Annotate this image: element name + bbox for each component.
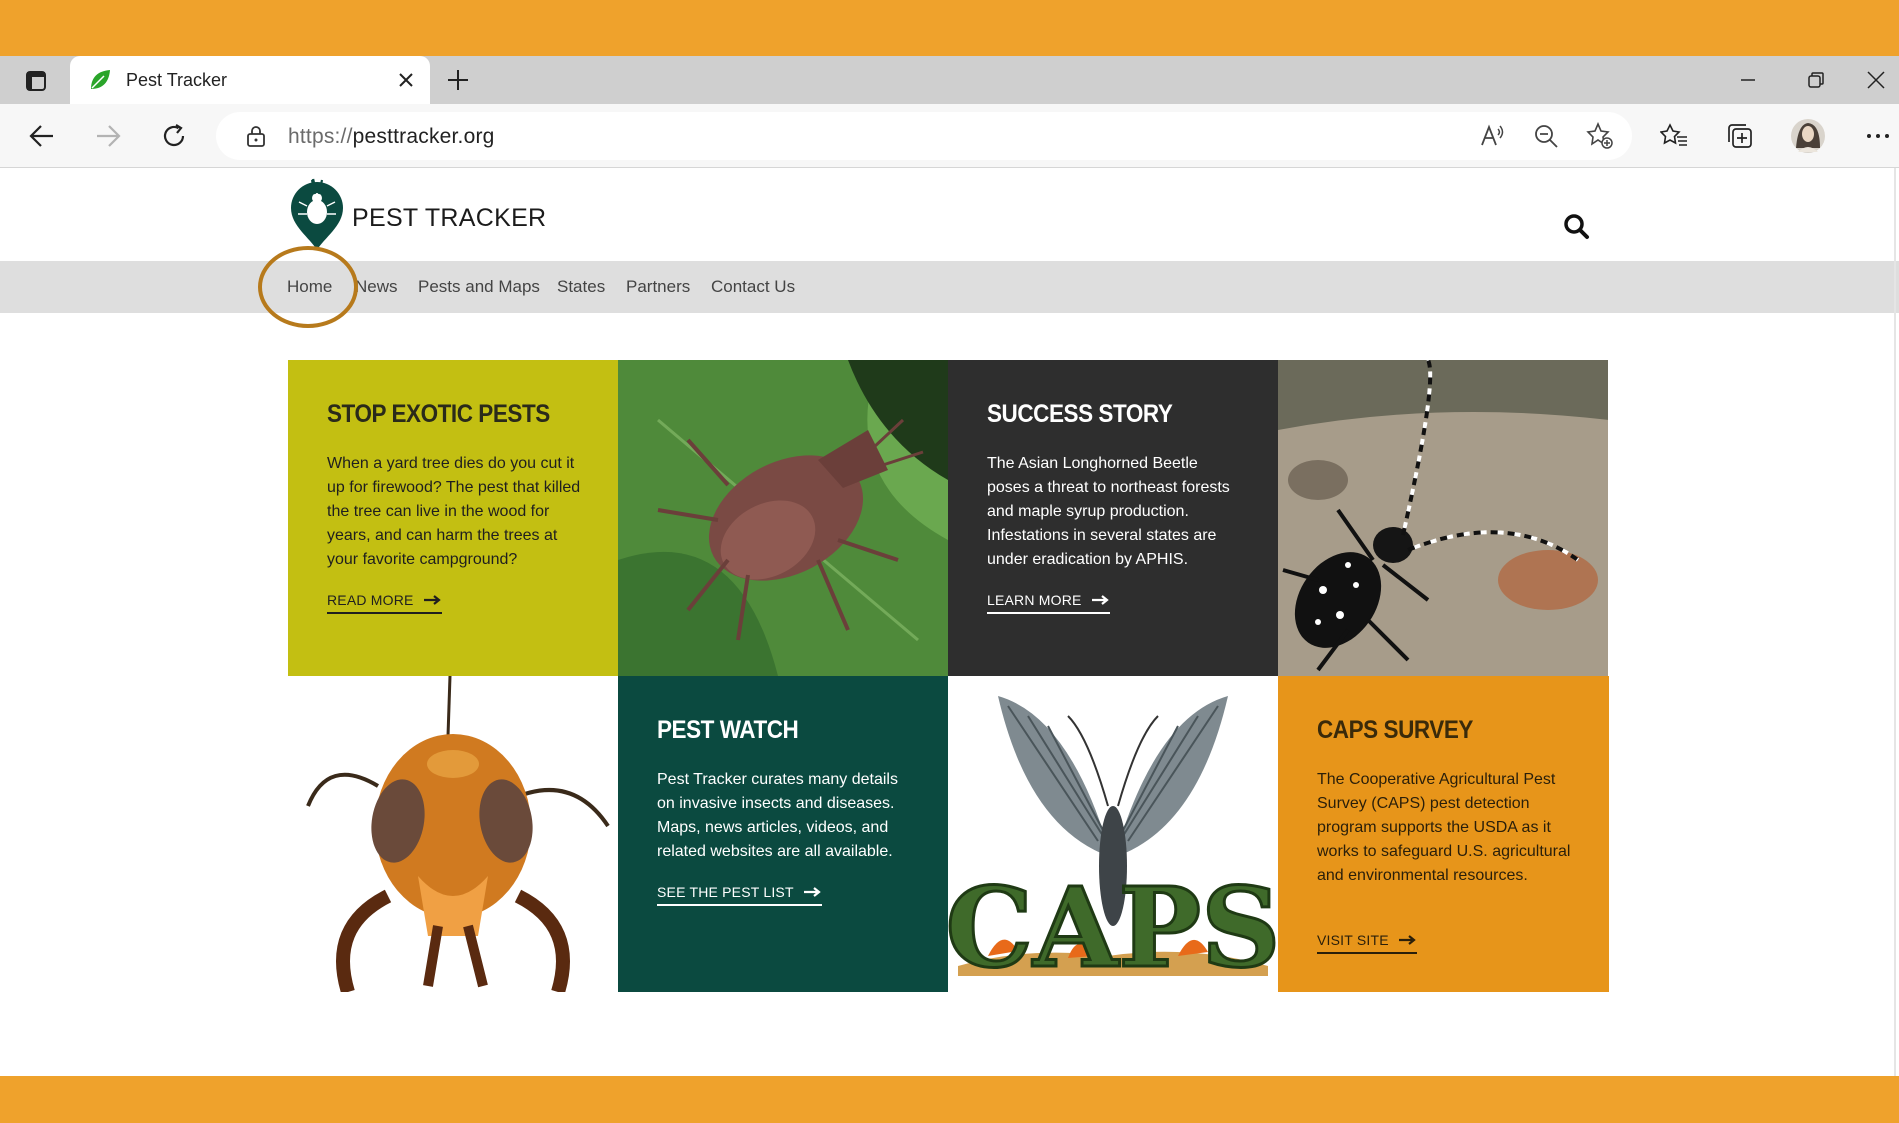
refresh-button[interactable]	[154, 116, 194, 156]
nav-news[interactable]: News	[355, 277, 398, 297]
plus-icon	[448, 70, 468, 90]
back-icon	[29, 125, 53, 147]
url-host: pesttracker.org	[352, 125, 495, 148]
caps-moth-illustration: CAPS	[948, 676, 1278, 992]
card-success-story: SUCCESS STORY The Asian Longhorned Beetl…	[948, 360, 1278, 676]
nav-states[interactable]: States	[557, 277, 605, 297]
url-text[interactable]: https://pesttracker.org	[288, 125, 495, 149]
nav-pests-and-maps[interactable]: Pests and Maps	[418, 277, 540, 297]
zoom-out-button[interactable]	[1530, 120, 1562, 152]
card-body: The Cooperative Agricultural Pest Survey…	[1317, 771, 1571, 884]
top-frame-band	[0, 0, 1899, 56]
tab-close-button[interactable]	[392, 66, 420, 94]
read-aloud-icon	[1481, 124, 1504, 146]
tab-strip: Pest Tracker	[0, 56, 1899, 104]
restore-button[interactable]	[1784, 56, 1848, 104]
stink-bug-illustration	[618, 360, 948, 676]
favorites-button[interactable]	[1654, 116, 1694, 156]
card-stop-exotic-pests: STOP EXOTIC PESTS When a yard tree dies …	[288, 360, 618, 676]
caps-logo-lettering: CAPS	[948, 863, 1278, 992]
feature-grid: STOP EXOTIC PESTS When a yard tree dies …	[288, 360, 1609, 992]
profile-avatar	[1791, 119, 1825, 153]
lock-icon[interactable]	[244, 124, 268, 148]
logo-text[interactable]: PEST TRACKER	[352, 204, 546, 233]
collections-button[interactable]	[1720, 116, 1760, 156]
minimize-button[interactable]	[1716, 56, 1780, 104]
stink-bug-image	[618, 360, 948, 676]
read-aloud-button[interactable]	[1476, 120, 1508, 152]
profile-button[interactable]	[1788, 116, 1828, 156]
add-favorite-icon	[1586, 122, 1613, 149]
home-highlight-circle	[258, 246, 358, 328]
card-body: The Asian Longhorned Beetle poses a thre…	[987, 455, 1230, 568]
cta-label: LEARN MORE	[987, 592, 1082, 608]
bottom-frame-band	[0, 1076, 1899, 1123]
see-the-pest-list-link[interactable]: SEE THE PEST LIST	[657, 884, 822, 906]
card-title: SUCCESS STORY	[987, 400, 1173, 428]
cta-label: VISIT SITE	[1317, 932, 1389, 948]
card-title: STOP EXOTIC PESTS	[327, 400, 550, 428]
web-page: PEST TRACKER Home News Pests and Maps St…	[0, 168, 1899, 1076]
more-icon	[1867, 134, 1889, 138]
hornet-illustration	[288, 676, 618, 992]
arrow-right-icon	[423, 595, 441, 605]
minimize-icon	[1741, 79, 1755, 81]
visit-site-link[interactable]: VISIT SITE	[1317, 932, 1417, 954]
new-tab-button[interactable]	[442, 64, 474, 96]
tab-actions-button[interactable]	[10, 64, 62, 98]
more-menu-button[interactable]	[1858, 116, 1898, 156]
beetle-illustration	[1278, 360, 1608, 676]
favorites-icon	[1660, 123, 1687, 146]
arrow-right-icon	[1091, 595, 1109, 605]
forward-button[interactable]	[88, 116, 128, 156]
back-button[interactable]	[22, 116, 62, 156]
tab-title: Pest Tracker	[126, 70, 228, 90]
tab-actions-icon	[26, 71, 46, 91]
leaf-favicon-icon	[91, 70, 110, 89]
url-scheme: https://	[288, 125, 353, 148]
hornet-image	[288, 676, 618, 992]
card-caps-survey: CAPS SURVEY The Cooperative Agricultural…	[1278, 676, 1609, 992]
card-body: Pest Tracker curates many details on inv…	[657, 771, 898, 860]
search-icon[interactable]	[1562, 212, 1590, 240]
nav-contact-us[interactable]: Contact Us	[711, 277, 795, 297]
pest-tracker-logo[interactable]	[288, 176, 346, 252]
nav-partners[interactable]: Partners	[626, 277, 690, 297]
add-favorite-button[interactable]	[1584, 120, 1616, 152]
arrow-right-icon	[1398, 935, 1416, 945]
active-tab[interactable]: Pest Tracker	[70, 56, 430, 104]
restore-icon	[1808, 72, 1824, 88]
browser-window: Pest Tracker https://pesttracker.org PES…	[0, 56, 1899, 1076]
zoom-out-icon	[1535, 125, 1558, 148]
card-pest-watch: PEST WATCH Pest Tracker curates many det…	[618, 676, 948, 992]
caps-logo-image: CAPS	[948, 676, 1278, 992]
cta-label: READ MORE	[327, 592, 414, 608]
longhorned-beetle-image	[1278, 360, 1608, 676]
address-bar[interactable]: https://pesttracker.org	[216, 112, 1632, 160]
scrollbar-track[interactable]	[1894, 168, 1896, 1076]
collections-icon	[1728, 124, 1752, 148]
window-close-button[interactable]	[1852, 56, 1899, 104]
card-title: PEST WATCH	[657, 716, 799, 744]
learn-more-link[interactable]: LEARN MORE	[987, 592, 1110, 614]
cta-label: SEE THE PEST LIST	[657, 884, 794, 900]
arrow-right-icon	[803, 887, 821, 897]
forward-icon	[97, 125, 121, 147]
card-title: CAPS SURVEY	[1317, 716, 1473, 744]
window-close-icon	[1866, 71, 1885, 89]
card-body: When a yard tree dies do you cut it up f…	[327, 455, 581, 568]
close-icon	[399, 73, 413, 87]
refresh-icon	[163, 124, 185, 147]
read-more-link[interactable]: READ MORE	[327, 592, 442, 614]
browser-toolbar: https://pesttracker.org	[0, 104, 1899, 168]
